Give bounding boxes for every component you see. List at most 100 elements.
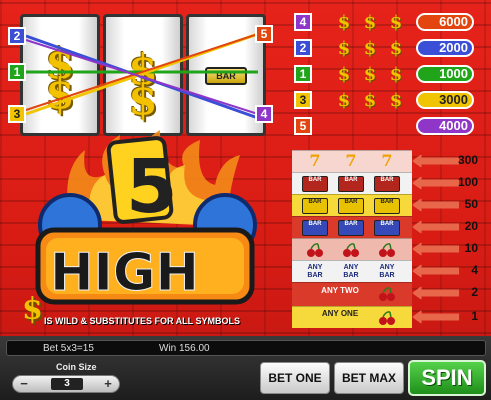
cherry-icon (338, 242, 364, 258)
line-win-value: 2000 (416, 39, 474, 57)
dollar-symbol: $ (363, 90, 377, 111)
cherry-icon (374, 286, 400, 302)
cherry-icon (302, 242, 328, 258)
line-win-value: 6000 (416, 13, 474, 31)
paytable-row: BAR BAR BAR (292, 194, 412, 216)
payout-value: 1 (471, 309, 478, 323)
arrow-left-icon (412, 310, 460, 324)
arrow-left-icon (412, 220, 460, 234)
seven-symbol: 7 (345, 151, 357, 170)
line-win-row: 5 4000 (290, 116, 480, 136)
paytable-payouts: 300 100 50 20 10 4 2 1 (412, 150, 482, 328)
any-bar-symbol: ANY BAR (379, 264, 395, 279)
dollar-symbol: $ (337, 12, 351, 33)
spin-button[interactable]: SPIN (408, 360, 486, 396)
any-bar-symbol: ANY BAR (307, 264, 323, 279)
seven-symbol: 7 (309, 151, 321, 170)
payout-value: 10 (464, 241, 478, 255)
line-win-row: 4 $ $ $ 6000 (290, 12, 480, 33)
line-number-badge: 2 (294, 39, 312, 57)
payline-marker-2[interactable]: 2 (8, 27, 26, 45)
paytable-row: BAR BAR BAR (292, 172, 412, 194)
line-win-row: 1 $ $ $ 1000 (290, 64, 480, 85)
bar-symbol: BAR (302, 176, 328, 192)
dollar-symbol: $ (389, 38, 403, 59)
bar-symbol: BAR (374, 198, 400, 214)
coin-increase-button[interactable]: + (99, 376, 117, 392)
arrow-left-icon (412, 176, 460, 190)
line-win-value: 4000 (416, 117, 474, 135)
dollar-symbol: $ (389, 64, 403, 85)
line-win-row: 3 $ $ $ 3000 (290, 90, 480, 111)
bet-max-button[interactable]: BET MAX (334, 362, 404, 394)
line-win-row: 2 $ $ $ 2000 (290, 38, 480, 59)
payline-marker-5[interactable]: 5 (255, 25, 273, 43)
payout-row: 1 (412, 306, 482, 328)
bet-one-button[interactable]: BET ONE (260, 362, 330, 394)
bar-symbol: BAR (338, 198, 364, 214)
win-display: Win 156.00 (159, 343, 210, 354)
payout-value: 4 (471, 263, 478, 277)
status-bar: Bet 5x3=15 Win 156.00 (6, 340, 486, 356)
cherry-icon (374, 310, 400, 326)
bar-symbol: BAR (302, 198, 328, 214)
payout-row: 100 (412, 172, 482, 194)
wild-dollar-icon: $ (22, 292, 43, 327)
coin-size-stepper: − 3 + (12, 375, 120, 393)
bar-symbol: BAR (338, 220, 364, 236)
dollar-symbol: $ (337, 64, 351, 85)
any-one-label: ANY ONE (321, 309, 359, 318)
payline-marker-3[interactable]: 3 (8, 105, 26, 123)
payline-marker-1[interactable]: 1 (8, 63, 26, 81)
payout-row: 20 (412, 216, 482, 238)
arrow-left-icon (412, 242, 460, 256)
paytable: 7 7 7 BAR BAR BAR BAR BAR BAR BAR BAR BA… (292, 150, 412, 328)
payout-row: 50 (412, 194, 482, 216)
paytable-row: ANY ONE (292, 306, 412, 328)
paytable-row: ANY TWO (292, 282, 412, 306)
line-number-badge: 4 (294, 13, 312, 31)
arrow-left-icon (412, 198, 460, 212)
payout-value: 20 (464, 219, 478, 233)
bet-display: Bet 5x3=15 (43, 343, 94, 354)
line-win-value: 1000 (416, 65, 474, 83)
logo-five-text: 5 (126, 144, 178, 230)
coin-size-value: 3 (51, 378, 83, 390)
dollar-symbol: $ (389, 90, 403, 111)
payline-marker-4[interactable]: 4 (255, 105, 273, 123)
dollar-symbol: $ (363, 38, 377, 59)
dollar-symbol: $ (363, 12, 377, 33)
paytable-row: 7 7 7 (292, 150, 412, 172)
coin-size-label: Coin Size (56, 362, 97, 372)
payout-value: 50 (464, 197, 478, 211)
bar-symbol: BAR (374, 220, 400, 236)
any-bar-symbol: ANY BAR (343, 264, 359, 279)
line-number-badge: 5 (294, 117, 312, 135)
bar-symbol: BAR (302, 220, 328, 236)
coin-decrease-button[interactable]: − (15, 376, 33, 392)
line-number-badge: 3 (294, 91, 312, 109)
payout-row: 300 (412, 150, 482, 172)
arrow-left-icon (412, 286, 460, 300)
any-two-label: ANY TWO (321, 286, 359, 295)
arrow-left-icon (412, 154, 460, 168)
paytable-row (292, 238, 412, 260)
paytable-row: BAR BAR BAR (292, 216, 412, 238)
seven-symbol: 7 (381, 151, 393, 170)
five-high-logo: 5 HIGH (35, 130, 257, 305)
line-win-value: 3000 (416, 91, 474, 109)
payout-row: 10 (412, 238, 482, 260)
bar-symbol: BAR (374, 176, 400, 192)
logo-high-text: HIGH (50, 243, 199, 303)
line-number-badge: 1 (294, 65, 312, 83)
cherry-icon (374, 242, 400, 258)
dollar-symbol: $ (337, 38, 351, 59)
dollar-symbol: $ (389, 12, 403, 33)
dollar-symbol: $ (337, 90, 351, 111)
payout-value: 2 (471, 285, 478, 299)
payout-value: 300 (457, 153, 478, 167)
bar-symbol: BAR (338, 176, 364, 192)
paytable-row: ANY BAR ANY BAR ANY BAR (292, 260, 412, 282)
arrow-left-icon (412, 264, 460, 278)
payout-value: 100 (457, 175, 478, 189)
